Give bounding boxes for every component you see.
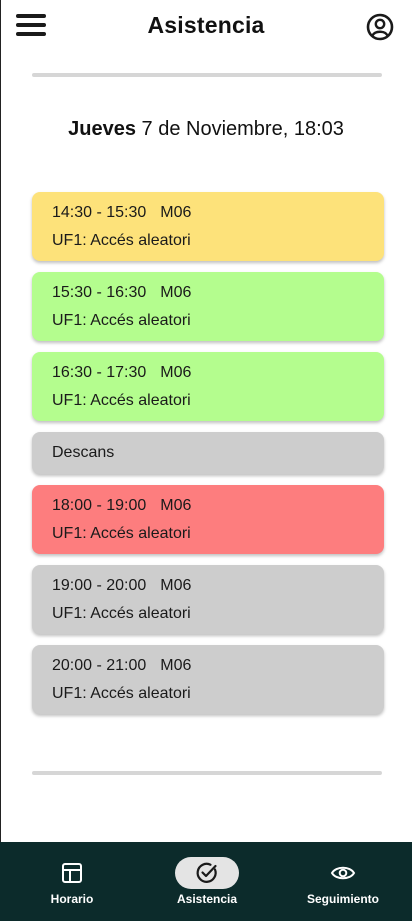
session-module: M06 [160,204,192,221]
session-unit: UF1: Accés aleatori [52,232,191,249]
session-card[interactable]: 16:30 - 17:30 M06 UF1: Accés aleatori [32,352,384,421]
session-module: M06 [160,364,192,381]
session-module: M06 [160,657,192,674]
nav-label-horario: Horario [50,892,94,906]
session-card[interactable]: 20:00 - 21:00 M06 UF1: Accés aleatori [32,645,384,714]
session-unit: UF1: Accés aleatori [52,525,191,542]
session-time: 15:30 - 16:30 [52,284,147,301]
session-time: 20:00 - 21:00 [52,657,147,674]
session-card[interactable]: 14:30 - 15:30 M06 UF1: Accés aleatori [32,192,384,261]
bottom-navigation: Horario Asistencia Seguimiento [0,842,412,921]
nav-item-horario[interactable]: Horario [30,842,114,921]
eye-icon [311,857,375,889]
nav-item-seguimiento[interactable]: Seguimiento [298,842,388,921]
session-module: M06 [160,497,192,514]
session-module: M06 [160,577,192,594]
session-header: 15:30 - 16:30 M06 [52,284,364,302]
top-divider [32,73,382,77]
session-header: 14:30 - 15:30 M06 [52,204,364,222]
session-time: 16:30 - 17:30 [52,364,147,381]
session-unit: UF1: Accés aleatori [52,685,191,702]
date-rest: 7 de Noviembre, 18:03 [141,118,344,140]
session-time: 19:00 - 20:00 [52,577,147,594]
nav-label-asistencia: Asistencia [176,892,238,906]
session-unit: UF1: Accés aleatori [52,392,191,409]
session-card[interactable]: 15:30 - 16:30 M06 UF1: Accés aleatori [32,272,384,341]
break-label: Descans [52,444,115,461]
nav-item-asistencia[interactable]: Asistencia [163,842,251,921]
session-list: 14:30 - 15:30 M06 UF1: Accés aleatori 15:30… [32,192,384,725]
page-title: Asistencia [147,12,265,38]
session-time: 18:00 - 19:00 [52,497,147,514]
session-unit: UF1: Accés aleatori [52,312,191,329]
nav-label-seguimiento: Seguimiento [306,892,379,906]
session-module: M06 [160,284,192,301]
session-header: 16:30 - 17:30 M06 [52,364,364,382]
date-weekday: Jueves [68,118,136,140]
session-card[interactable]: 19:00 - 20:00 M06 UF1: Accés aleatori [32,565,384,634]
session-header: 19:00 - 20:00 M06 [52,577,364,595]
session-time: 14:30 - 15:30 [52,204,147,221]
app-header: Asistencia [0,0,412,56]
calendar-table-icon [40,857,104,889]
check-circle-icon [175,857,239,889]
session-header: 18:00 - 19:00 M06 [52,497,364,515]
account-circle-icon[interactable] [366,13,394,41]
break-card[interactable]: Descans [32,432,384,474]
session-unit: UF1: Accés aleatori [52,605,191,622]
bottom-divider [32,771,382,775]
session-header: 20:00 - 21:00 M06 [52,657,364,675]
current-date: Jueves 7 de Noviembre, 18:03 [0,118,412,141]
session-card[interactable]: 18:00 - 19:00 M06 UF1: Accés aleatori [32,485,384,554]
